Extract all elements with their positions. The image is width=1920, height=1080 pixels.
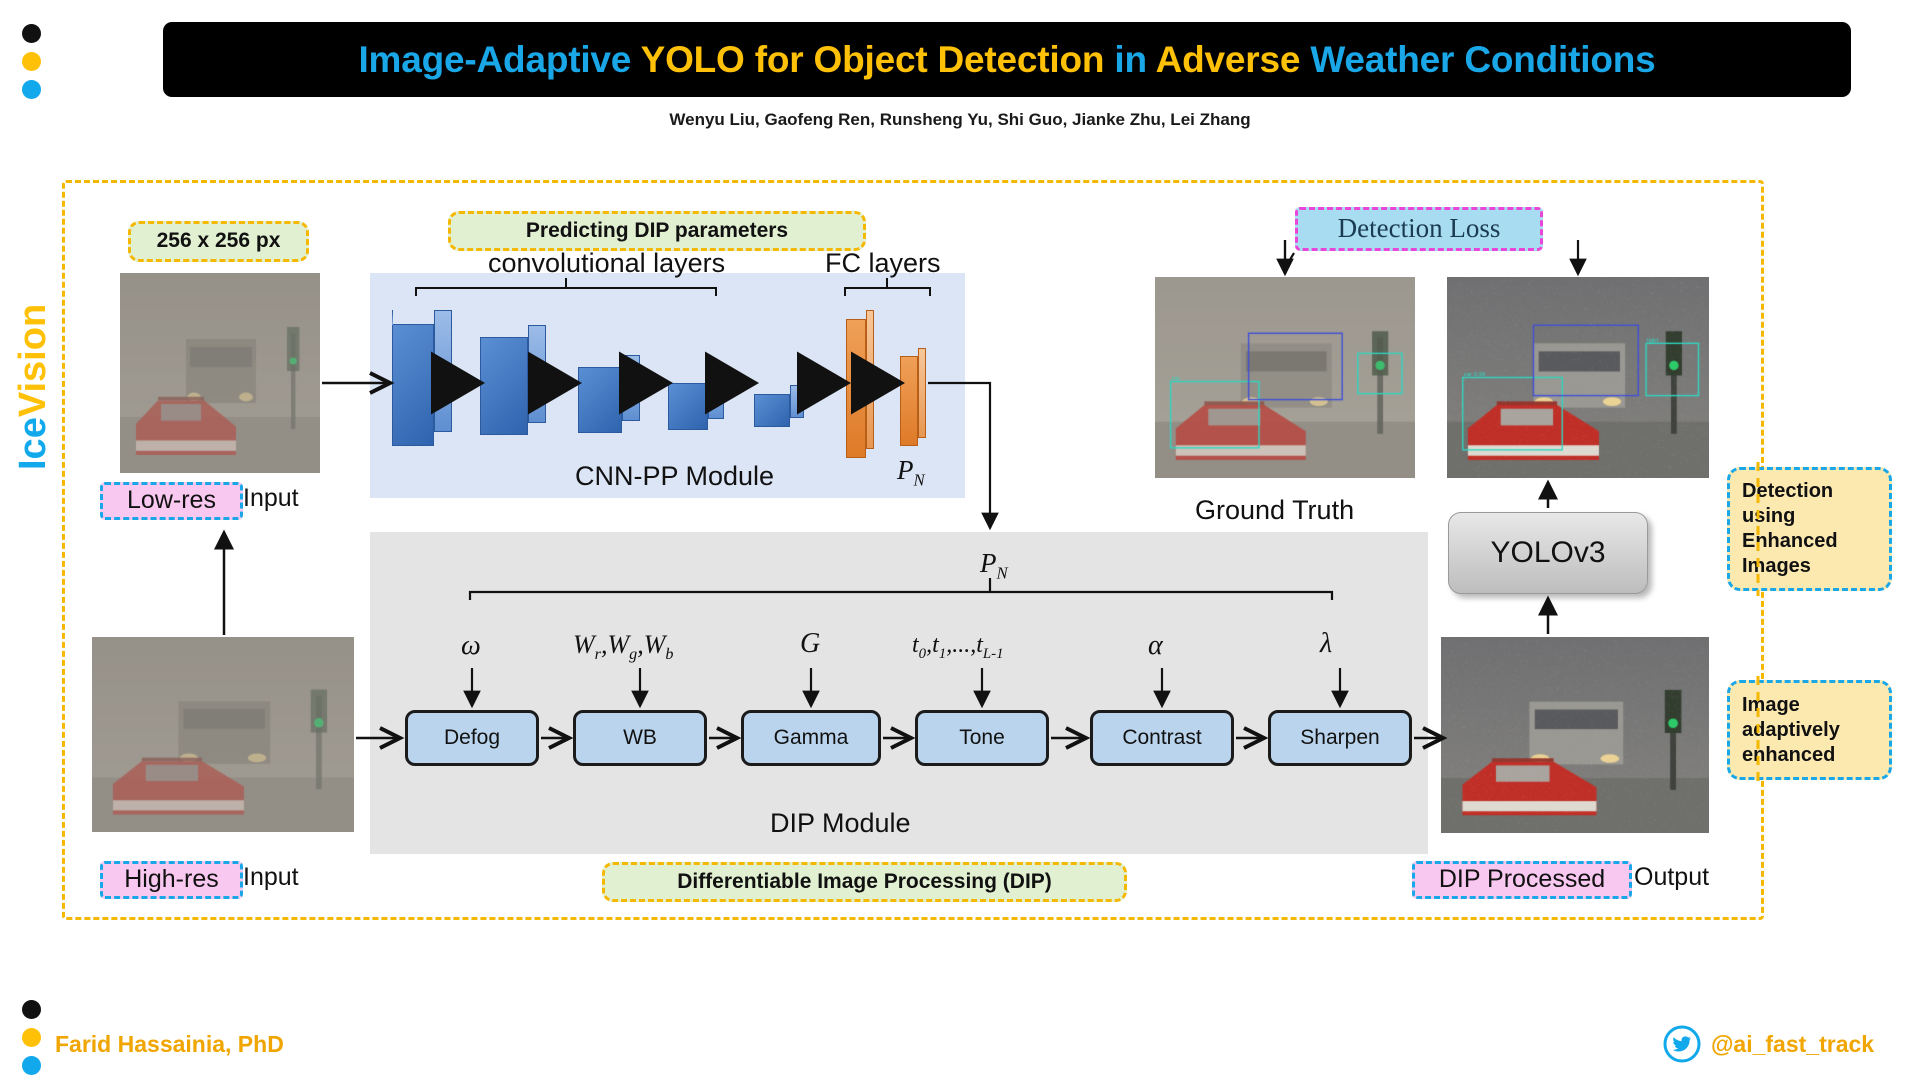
differentiable-dip-badge: Differentiable Image Processing (DIP) — [602, 862, 1127, 902]
dip-op-contrast-label: Contrast — [1122, 726, 1201, 750]
ground-truth-label: Ground Truth — [1195, 495, 1354, 526]
dip-op-wb-label: WB — [623, 726, 657, 750]
title-part-5: Adverse — [1156, 39, 1311, 80]
p-n-label-cnn: PN — [897, 455, 925, 490]
p-n-label-dip: PN — [980, 548, 1008, 583]
high-res-tag: High-res — [100, 861, 243, 899]
brand-dots-bottom — [22, 1000, 41, 1075]
dip-op-defog-label: Defog — [444, 726, 500, 750]
twitter-handle-label: @ai_fast_track — [1711, 1031, 1874, 1058]
dip-processed-output-photo — [1441, 637, 1709, 833]
dip-param-wb: Wr,Wg,Wb — [573, 630, 673, 664]
footer-author-name: Farid Hassainia, PhD — [55, 1031, 284, 1058]
p-n-main-cnn: P — [897, 455, 914, 485]
dip-processed-tag: DIP Processed — [1412, 861, 1632, 899]
dip-param-omega: ω — [461, 630, 481, 662]
footer-dot-yellow — [22, 1028, 41, 1047]
page-title: Image-Adaptive YOLO for Object Detection… — [358, 39, 1655, 81]
icevision-brand-label: IceVision — [12, 304, 55, 470]
low-res-input-photo — [120, 273, 320, 473]
detection-result-photo — [1447, 277, 1709, 478]
dip-param-lambda: λ — [1320, 628, 1332, 660]
conv-block-1 — [392, 310, 452, 446]
p-n-main-dip: P — [980, 548, 997, 578]
dip-op-defog[interactable]: Defog — [405, 710, 539, 766]
dip-op-gamma-label: Gamma — [774, 726, 849, 750]
fc-layers-label: FC layers — [825, 248, 941, 279]
resolution-badge: 256 x 256 px — [128, 221, 309, 262]
title-part-4: in — [1114, 39, 1155, 80]
conv-block-4 — [668, 372, 724, 430]
detection-using-enhanced-badge: Detection using Enhanced Images — [1727, 467, 1892, 591]
detection-loss-badge: Detection Loss — [1295, 207, 1543, 251]
title-part-2: YOLO — [641, 39, 755, 80]
p-n-sub-dip: N — [997, 563, 1008, 582]
dip-op-contrast[interactable]: Contrast — [1090, 710, 1234, 766]
resolution-badge-label: 256 x 256 px — [157, 228, 281, 254]
dip-panel — [370, 532, 1428, 854]
dip-op-sharpen-label: Sharpen — [1300, 726, 1379, 750]
low-res-tag: Low-res — [100, 482, 243, 520]
twitter-link[interactable]: @ai_fast_track — [1663, 1025, 1874, 1063]
title-part-3: for Object Detection — [755, 39, 1115, 80]
title-part-6: Weather Conditions — [1310, 39, 1655, 80]
dip-param-alpha: α — [1148, 630, 1163, 662]
dip-op-wb[interactable]: WB — [573, 710, 707, 766]
low-res-tag-label: Low-res — [127, 485, 216, 516]
detection-loss-label: Detection Loss — [1338, 212, 1501, 246]
cnn-pp-module-label: CNN-PP Module — [575, 461, 774, 492]
dip-param-tone: t0,t1,...,tL-1 — [912, 632, 1004, 663]
conv-layers-label: convolutional layers — [488, 248, 725, 279]
dip-param-gamma: G — [800, 628, 820, 660]
dip-op-tone-label: Tone — [959, 726, 1005, 750]
dip-module-label: DIP Module — [770, 808, 911, 839]
yolov3-box[interactable]: YOLOv3 — [1448, 512, 1648, 594]
dip-op-sharpen[interactable]: Sharpen — [1268, 710, 1412, 766]
icevision-ice: Ice — [12, 417, 54, 470]
p-n-sub-cnn: N — [914, 470, 925, 489]
yolov3-label: YOLOv3 — [1490, 536, 1605, 570]
authors-line: Wenyu Liu, Gaofeng Ren, Runsheng Yu, Shi… — [0, 110, 1920, 130]
dip-processed-output-suffix: Output — [1634, 863, 1709, 892]
conv-block-5 — [754, 385, 804, 427]
dip-processed-tag-label: DIP Processed — [1439, 864, 1605, 895]
conv-block-2 — [480, 325, 546, 435]
fc-block-1 — [846, 310, 874, 458]
ground-truth-photo — [1155, 277, 1415, 478]
brand-dot-blue — [22, 80, 41, 99]
brand-dot-black — [22, 24, 41, 43]
dip-op-tone[interactable]: Tone — [915, 710, 1049, 766]
differentiable-dip-label: Differentiable Image Processing (DIP) — [677, 869, 1052, 895]
high-res-input-suffix: Input — [243, 863, 299, 892]
title-bar: Image-Adaptive YOLO for Object Detection… — [163, 22, 1851, 97]
high-res-input-photo — [92, 637, 354, 832]
low-res-input-suffix: Input — [243, 484, 299, 513]
predicting-dip-label: Predicting DIP parameters — [526, 218, 788, 244]
image-adaptively-enhanced-label: Image adaptively enhanced — [1742, 693, 1877, 768]
image-adaptively-enhanced-badge: Image adaptively enhanced — [1727, 680, 1892, 780]
twitter-icon[interactable] — [1663, 1025, 1701, 1063]
title-part-1: Image-Adaptive — [358, 39, 640, 80]
fc-block-2 — [900, 348, 926, 446]
dip-op-gamma[interactable]: Gamma — [741, 710, 881, 766]
footer-dot-blue — [22, 1056, 41, 1075]
detection-using-enhanced-label: Detection using Enhanced Images — [1742, 479, 1877, 579]
high-res-tag-label: High-res — [124, 864, 218, 895]
brand-dot-yellow — [22, 52, 41, 71]
conv-block-3 — [578, 355, 640, 433]
icevision-vision: Vision — [12, 304, 54, 417]
brand-dots-top — [22, 24, 41, 99]
footer-dot-black — [22, 1000, 41, 1019]
predicting-dip-badge: Predicting DIP parameters — [448, 211, 866, 251]
